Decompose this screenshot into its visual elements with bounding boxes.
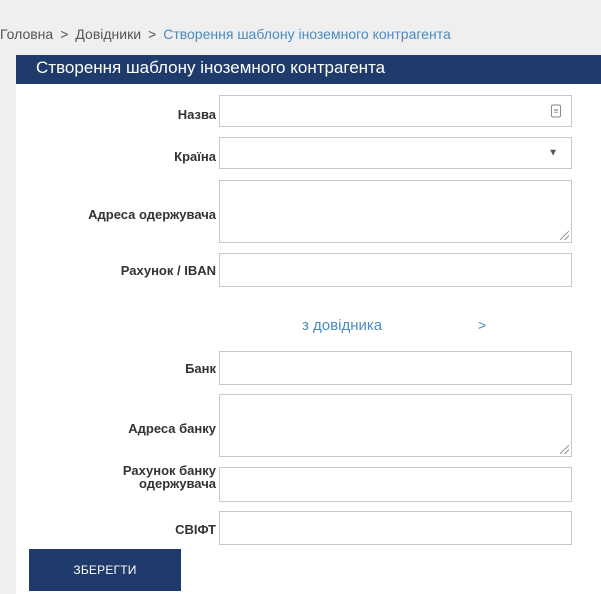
breadcrumb-home[interactable]: Головна [0,26,53,42]
bank-label: Банк [185,361,216,376]
bank-account-input[interactable] [220,468,571,501]
resize-grip-icon[interactable] [560,231,569,240]
account-input[interactable] [220,254,571,286]
directory-link[interactable]: з довідника [302,317,382,334]
swift-field[interactable] [219,511,572,545]
account-field[interactable] [219,253,572,287]
name-field[interactable]: ≡ [219,95,572,127]
contact-card-icon[interactable]: ≡ [551,104,561,118]
chevron-down-icon[interactable]: ▼ [548,148,558,159]
swift-label: СВІФТ [175,522,216,537]
chevron-right-icon[interactable]: > [478,317,486,333]
bank-field[interactable] [219,351,572,385]
breadcrumb-current[interactable]: Створення шаблону іноземного контрагента [163,26,451,42]
name-input[interactable] [220,96,571,126]
account-label: Рахунок / IBAN [120,263,216,278]
bank-account-field[interactable] [219,467,572,502]
bank-address-textarea[interactable] [220,395,571,456]
breadcrumb-separator: > [148,26,157,42]
country-select[interactable]: ▼ [219,137,572,169]
save-button[interactable]: ЗБЕРЕГТИ [29,549,181,591]
resize-grip-icon[interactable] [560,445,569,454]
breadcrumb-directories[interactable]: Довідники [75,26,141,42]
country-label: Країна [174,149,216,164]
page-title: Створення шаблону іноземного контрагента [16,55,601,84]
bank-address-field[interactable] [219,394,572,457]
breadcrumb-separator: > [60,26,69,42]
swift-input[interactable] [220,512,571,544]
bank-address-label: Адреса банку [128,421,216,436]
bank-input[interactable] [220,352,571,384]
recipient-address-textarea[interactable] [220,181,571,242]
breadcrumb: Головна > Довідники > Створення шаблону іноз… [0,0,601,46]
recipient-address-label: Адреса одержувача [88,207,216,222]
recipient-address-field[interactable] [219,180,572,243]
name-label: Назва [177,107,216,122]
bank-account-label: Рахунок банку одержувача [123,464,216,490]
bank-account-label-line2: одержувача [139,476,216,491]
form-panel: Створення шаблону іноземного контрагента… [16,55,601,594]
